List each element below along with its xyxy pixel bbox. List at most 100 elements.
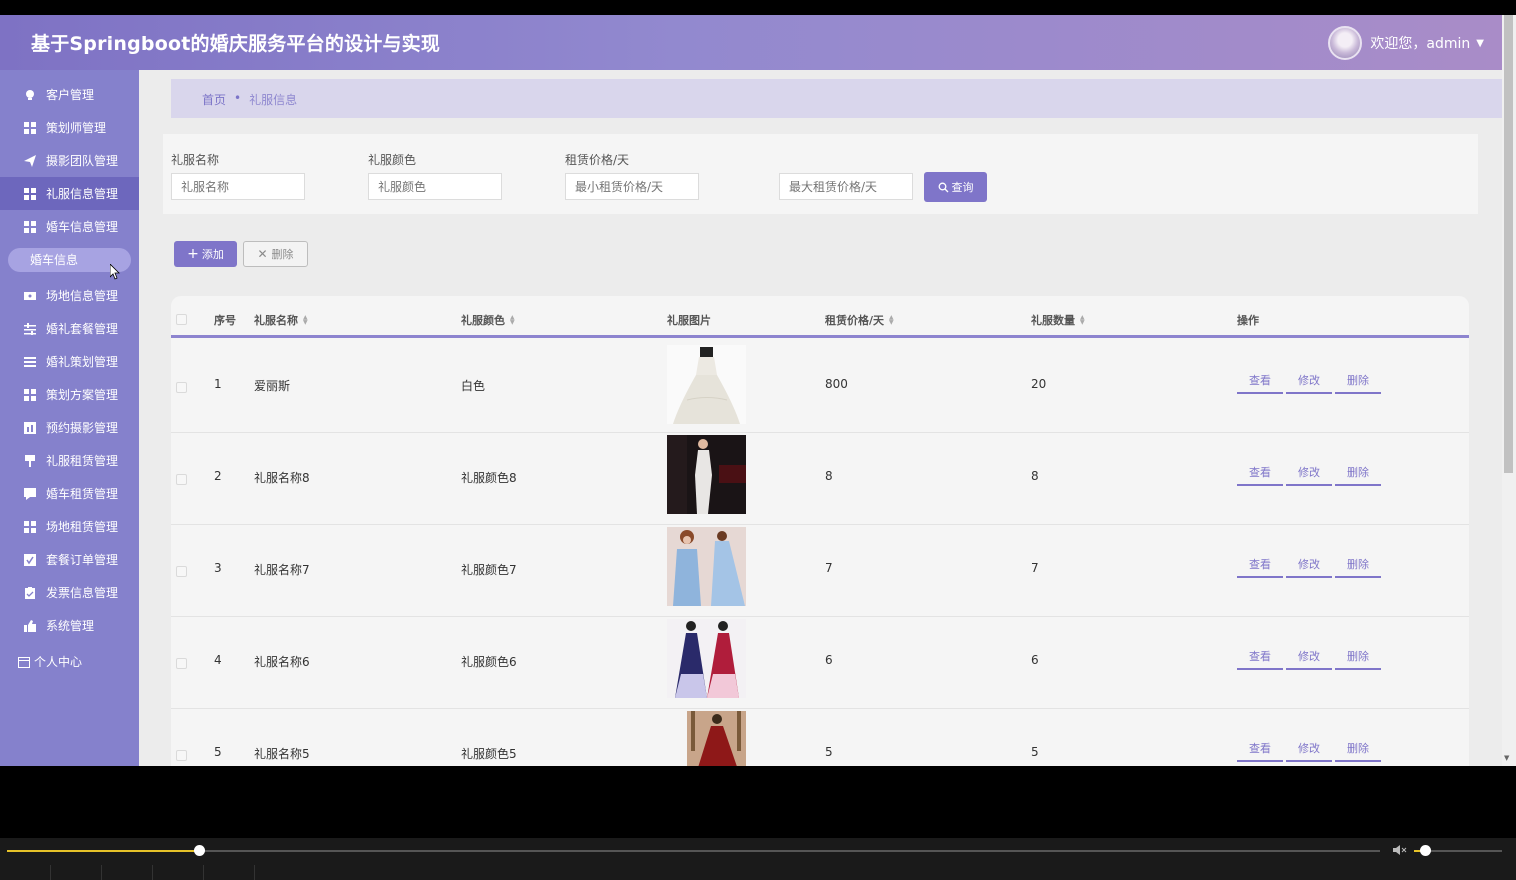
- plus-icon: +: [187, 246, 199, 262]
- sidebar-item-16[interactable]: 系统管理: [0, 609, 139, 642]
- view-button[interactable]: 查看: [1237, 464, 1283, 486]
- color-search-input[interactable]: [368, 173, 502, 200]
- dress-table: 序号 礼服名称 ▲ ▼ 礼服颜色 ▲ ▼ 礼服图片 租赁价格/天 ▲ ▼ 礼服数量 ▲ ▼ 操作…: [171, 296, 1469, 766]
- app-title: 基于Springboot的婚庆服务平台的设计与实现: [31, 33, 441, 55]
- row-dress-name: 礼服名称7: [254, 563, 310, 577]
- batch-delete-button[interactable]: ✕ 删除: [243, 241, 308, 267]
- row-checkbox[interactable]: [176, 750, 187, 761]
- row-index: 2: [214, 469, 222, 483]
- view-button[interactable]: 查看: [1237, 740, 1283, 762]
- sidebar-item-3[interactable]: 摄影团队管理: [0, 144, 139, 177]
- sidebar-item-9[interactable]: 策划方案管理: [0, 378, 139, 411]
- delete-button[interactable]: 删除: [1335, 740, 1381, 762]
- volume-icon[interactable]: [1392, 843, 1408, 857]
- sort-icon[interactable]: ▲ ▼: [1080, 315, 1085, 326]
- row-dress-color: 礼服颜色6: [461, 655, 517, 669]
- row-quantity: 7: [1031, 561, 1039, 575]
- edit-button[interactable]: 修改: [1286, 648, 1332, 670]
- view-button[interactable]: 查看: [1237, 556, 1283, 578]
- header-name[interactable]: 礼服名称 ▲ ▼: [254, 312, 308, 328]
- grid-icon: [24, 121, 36, 134]
- breadcrumb-bar: 首页 • 礼服信息: [171, 79, 1502, 118]
- header-quantity[interactable]: 礼服数量 ▲ ▼: [1031, 312, 1085, 328]
- row-checkbox[interactable]: [176, 566, 187, 577]
- header-color[interactable]: 礼服颜色 ▲ ▼: [461, 312, 515, 328]
- breadcrumb: 首页 • 礼服信息: [202, 91, 297, 108]
- sidebar-item-14[interactable]: 套餐订单管理: [0, 543, 139, 576]
- edit-button[interactable]: 修改: [1286, 464, 1332, 486]
- row-checkbox[interactable]: [176, 382, 187, 393]
- user-greeting: 欢迎您，admin: [1370, 36, 1471, 52]
- min-price-input[interactable]: [565, 173, 699, 200]
- view-button[interactable]: 查看: [1237, 372, 1283, 394]
- sidebar-item-4[interactable]: 礼服信息管理: [0, 177, 139, 210]
- browser-viewport: 基于Springboot的婚庆服务平台的设计与实现 欢迎您，admin ▼ 客户…: [0, 15, 1502, 766]
- chart-icon: [24, 421, 36, 434]
- header-price[interactable]: 租赁价格/天 ▲ ▼: [825, 312, 894, 328]
- row-quantity: 20: [1031, 377, 1047, 391]
- delete-button[interactable]: 删除: [1335, 464, 1381, 486]
- sidebar-item-label: 场地信息管理: [46, 289, 119, 303]
- dress-image: [667, 345, 746, 424]
- edit-button[interactable]: 修改: [1286, 372, 1332, 394]
- sort-icon[interactable]: ▲ ▼: [889, 315, 894, 326]
- sort-icon[interactable]: ▲ ▼: [510, 315, 515, 326]
- scroll-down-icon[interactable]: ▼: [1504, 754, 1509, 762]
- sidebar-item-label: 婚车租赁管理: [46, 487, 119, 501]
- clipboard-icon: [24, 586, 36, 599]
- sidebar-item-10[interactable]: 预约摄影管理: [0, 411, 139, 444]
- delete-button[interactable]: 删除: [1335, 648, 1381, 670]
- sidebar-item-personal-center[interactable]: 个人中心: [18, 653, 82, 670]
- row-dress-color: 白色: [461, 379, 486, 393]
- sidebar-item-15[interactable]: 发票信息管理: [0, 576, 139, 609]
- avatar[interactable]: [1328, 26, 1363, 60]
- name-search-label: 礼服名称: [171, 153, 220, 167]
- volume-handle[interactable]: [1419, 845, 1431, 856]
- sidebar-item-label: 策划方案管理: [46, 388, 119, 402]
- query-button[interactable]: 查询: [924, 172, 987, 202]
- page-scrollbar-thumb[interactable]: [1504, 15, 1513, 473]
- sidebar-item-label: 场地租赁管理: [46, 520, 119, 534]
- sidebar-item-11[interactable]: 礼服租赁管理: [0, 444, 139, 477]
- table-row: 5 礼服名称5 礼服颜色5 5 5 查看 修改 删除: [171, 709, 1469, 766]
- sidebar-item-1[interactable]: 客户管理: [0, 78, 139, 111]
- row-rent-price: 6: [825, 653, 833, 667]
- max-price-input[interactable]: [779, 173, 913, 200]
- grid-icon: [24, 520, 36, 533]
- row-dress-color: 礼服颜色7: [461, 563, 517, 577]
- brush-icon: [24, 454, 36, 467]
- add-label: 添加: [201, 248, 224, 261]
- caret-down-icon: ▼: [1476, 37, 1484, 49]
- table-row: 3 礼服名称7 礼服颜色7 7 7 查看 修改 删除: [171, 525, 1469, 617]
- view-button[interactable]: 查看: [1237, 648, 1283, 670]
- sidebar-item-2[interactable]: 策划师管理: [0, 111, 139, 144]
- delete-button[interactable]: 删除: [1335, 372, 1381, 394]
- row-index: 4: [214, 653, 222, 667]
- seek-bar[interactable]: [7, 850, 1380, 852]
- row-checkbox[interactable]: [176, 474, 187, 485]
- edit-button[interactable]: 修改: [1286, 740, 1332, 762]
- select-all-checkbox[interactable]: [176, 314, 187, 325]
- name-search-input[interactable]: [171, 173, 305, 200]
- seek-handle[interactable]: [194, 845, 206, 856]
- dress-image: [667, 619, 746, 698]
- row-index: 5: [214, 745, 222, 759]
- sidebar-item-label: 礼服信息管理: [46, 187, 119, 201]
- grid-icon: [24, 220, 36, 233]
- add-button[interactable]: + 添加: [174, 241, 237, 267]
- breadcrumb-home[interactable]: 首页: [202, 91, 226, 108]
- sort-icon[interactable]: ▲ ▼: [303, 315, 308, 326]
- delete-button[interactable]: 删除: [1335, 556, 1381, 578]
- edit-button[interactable]: 修改: [1286, 556, 1332, 578]
- sidebar-item-5[interactable]: 婚车信息管理: [0, 210, 139, 243]
- row-checkbox[interactable]: [176, 658, 187, 669]
- sidebar-item-12[interactable]: 婚车租赁管理: [0, 477, 139, 510]
- sidebar-item-6[interactable]: 场地信息管理: [0, 279, 139, 312]
- ticket-icon: [24, 290, 36, 302]
- sidebar-item-13[interactable]: 场地租赁管理: [0, 510, 139, 543]
- sidebar-item-label: 客户管理: [46, 88, 95, 102]
- sidebar-item-8[interactable]: 婚礼策划管理: [0, 345, 139, 378]
- sidebar-item-7[interactable]: 婚礼套餐管理: [0, 312, 139, 345]
- user-menu[interactable]: 欢迎您，admin ▼: [1328, 26, 1484, 60]
- row-dress-color: 礼服颜色5: [461, 747, 517, 761]
